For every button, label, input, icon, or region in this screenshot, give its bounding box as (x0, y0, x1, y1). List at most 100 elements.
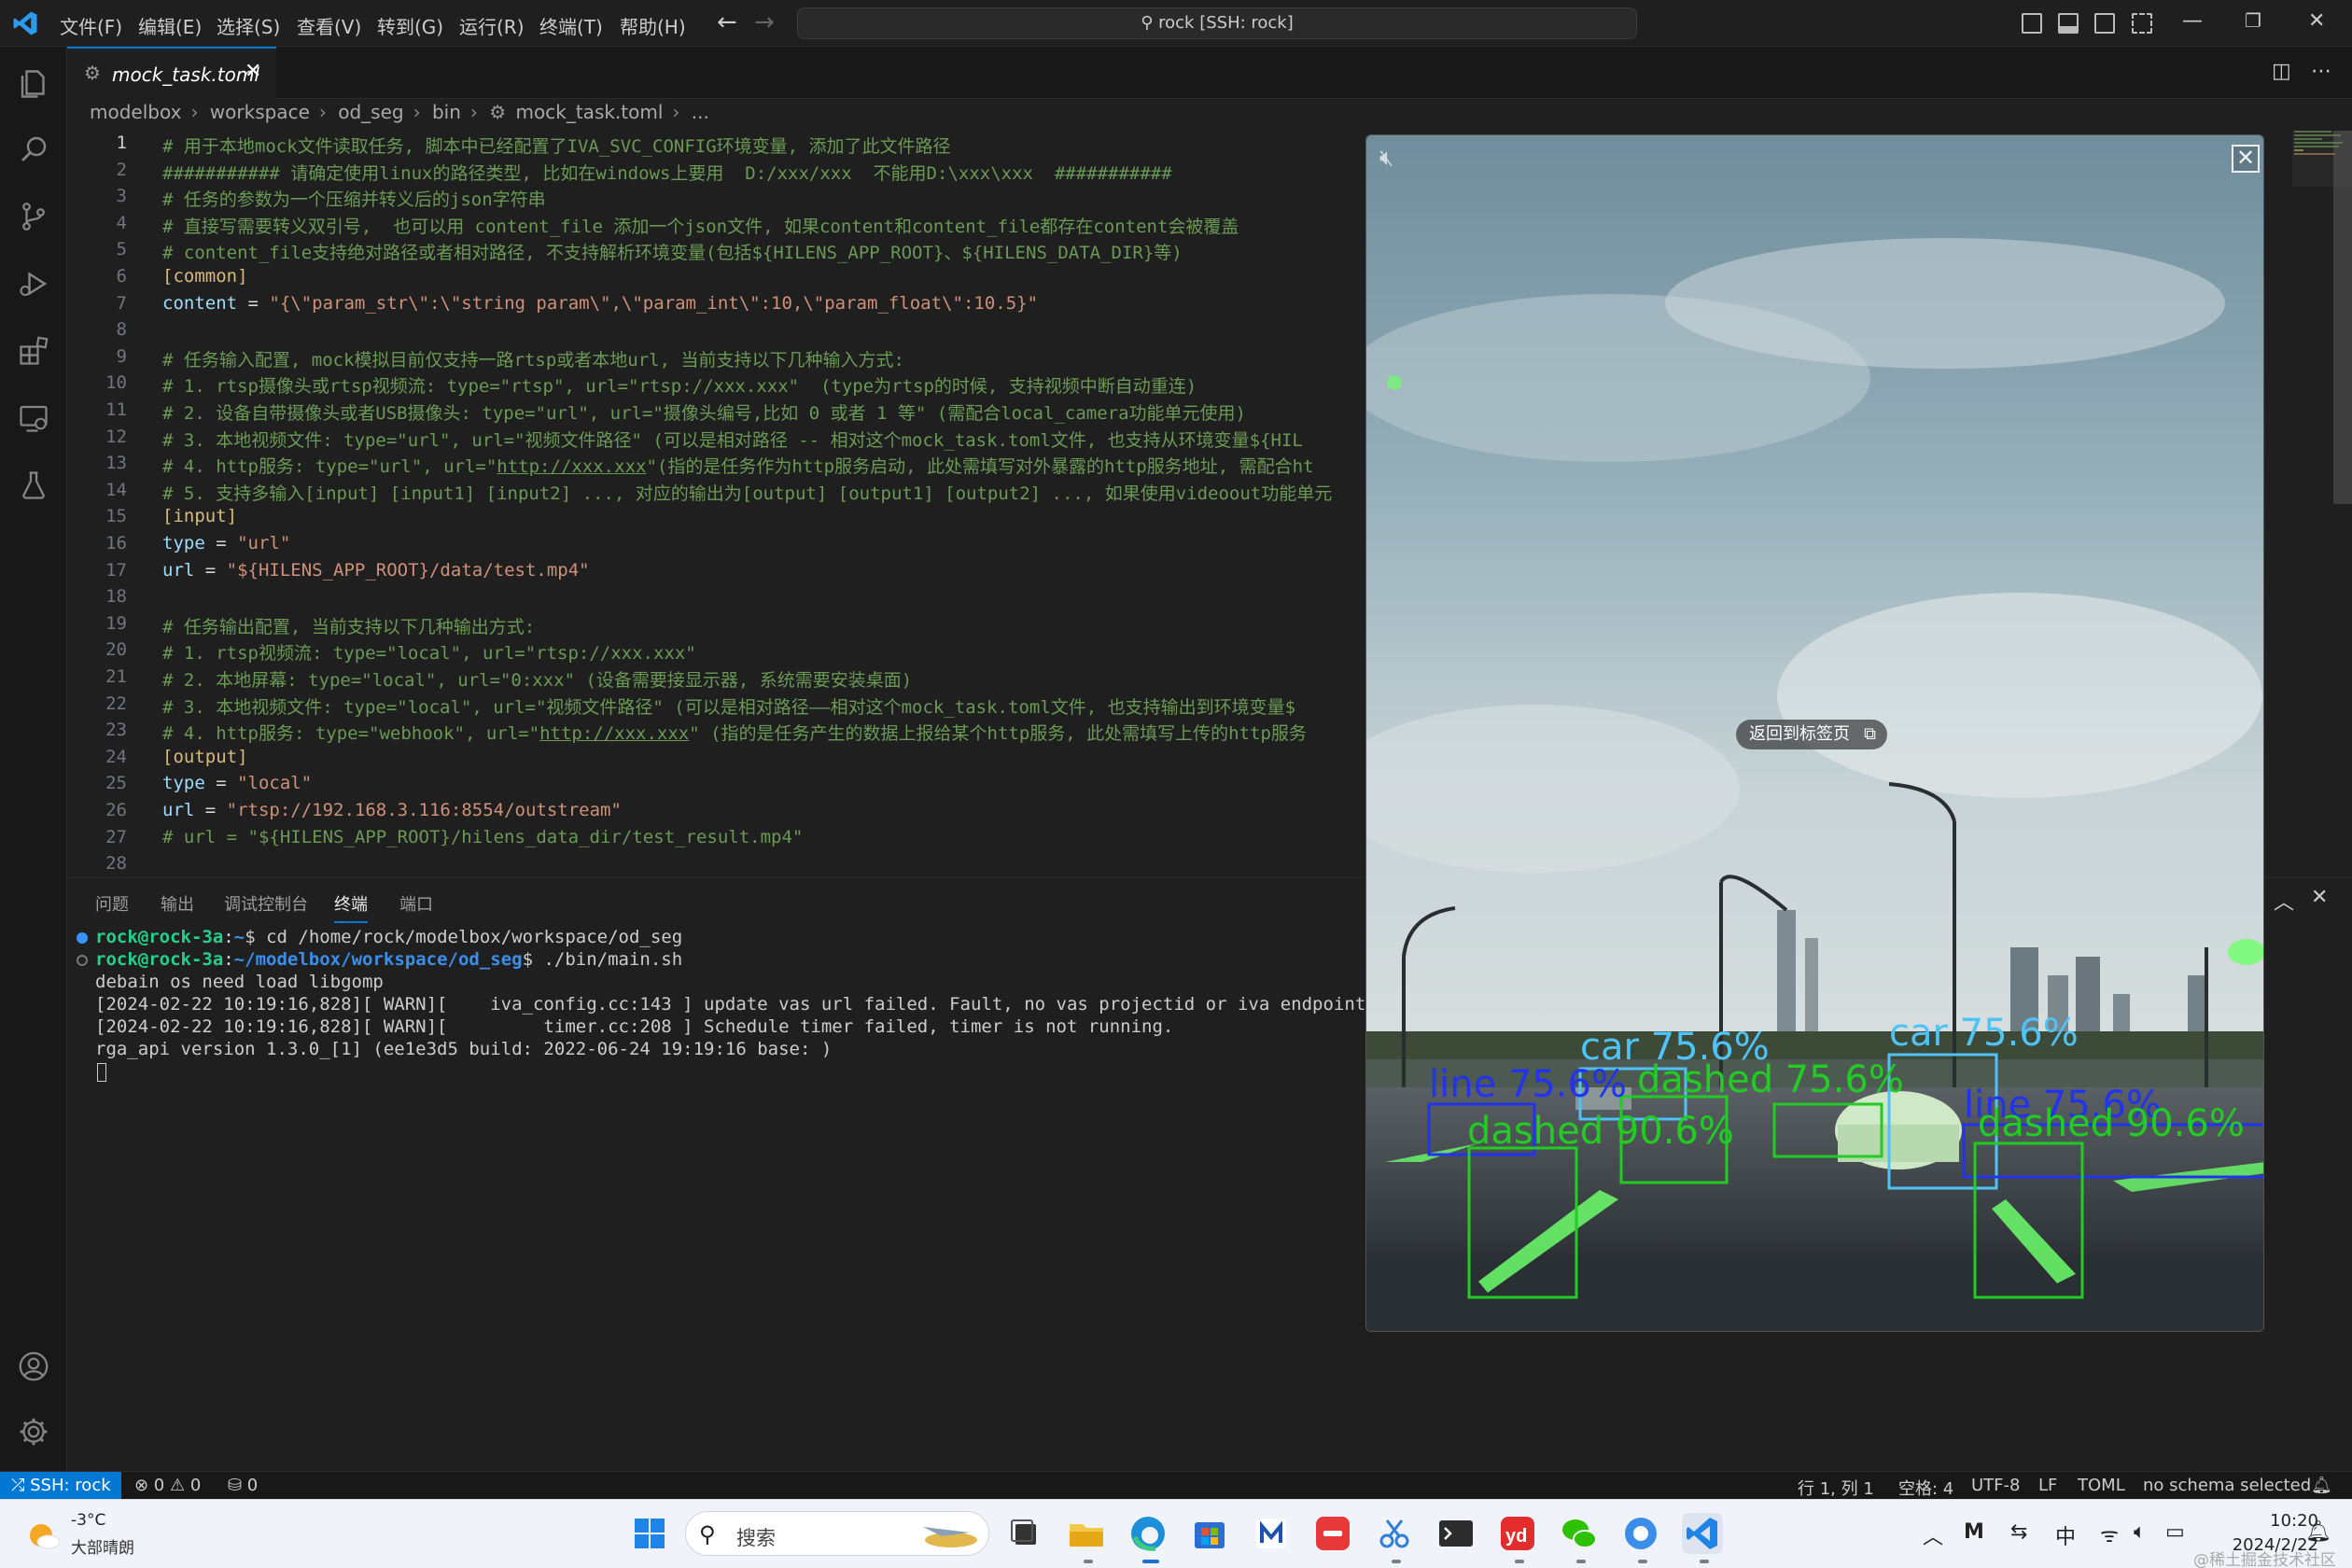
code-token: = (237, 292, 270, 314)
end-of-line[interactable]: LF (2038, 1476, 2057, 1495)
menu-view[interactable]: 查看(V) (297, 12, 361, 39)
menu-go[interactable]: 转到(G) (377, 12, 443, 39)
restore-window-icon[interactable]: ❐ (2245, 9, 2261, 32)
close-video-icon[interactable]: ✕ (2232, 145, 2260, 173)
tab-mock-task-toml[interactable]: ⚙ mock_task.toml ✕ (67, 47, 276, 99)
command-status-dot[interactable] (77, 932, 88, 944)
manage-gear-icon[interactable] (17, 1415, 50, 1449)
encoding[interactable]: UTF-8 (1971, 1476, 2020, 1495)
remote-icon: ⤮ (11, 1476, 31, 1495)
editor-scrollbar[interactable] (2333, 131, 2352, 504)
menu-run[interactable]: 运行(R) (459, 12, 525, 39)
line-number: 19 (105, 612, 127, 634)
explorer-icon[interactable] (17, 67, 50, 101)
microsoft-store-icon[interactable] (1189, 1513, 1230, 1554)
command-status-dot[interactable] (77, 955, 88, 966)
run-debug-icon[interactable] (17, 267, 50, 301)
menu-file[interactable]: 文件(F) (60, 12, 122, 39)
tab-output[interactable]: 输出 (161, 891, 194, 916)
browser-app-icon[interactable] (1620, 1513, 1661, 1554)
minimize-window-icon[interactable]: — (2182, 9, 2203, 33)
vscode-taskbar-icon[interactable] (1682, 1513, 1723, 1554)
toggle-panel-icon[interactable] (2058, 13, 2079, 34)
huawei-app-icon[interactable] (1312, 1513, 1353, 1554)
prompt-path: ~/modelbox/workspace/od_seg (233, 949, 523, 970)
breadcrumb-item[interactable]: modelbox (90, 101, 181, 123)
search-icon: ⚲ (699, 1521, 716, 1547)
account-icon[interactable] (17, 1350, 50, 1383)
menu-help[interactable]: 帮助(H) (620, 12, 686, 39)
toggle-secondary-sidebar-icon[interactable] (2094, 13, 2115, 34)
youdao-dict-icon[interactable]: yd (1497, 1513, 1538, 1554)
line-number: 7 (116, 292, 127, 314)
problems-indicator[interactable]: ⊗ 0 ⚠ 0 (134, 1476, 201, 1495)
breadcrumb-item[interactable]: workspace (210, 101, 310, 123)
close-panel-icon[interactable]: ✕ (2311, 886, 2328, 909)
close-window-icon[interactable]: ✕ (2308, 9, 2325, 33)
remote-explorer-icon[interactable] (17, 401, 50, 435)
edge-browser-icon[interactable] (1127, 1513, 1169, 1554)
search-icon[interactable] (17, 133, 50, 166)
code-line: url = "rtsp://192.168.3.116:8554/outstre… (162, 800, 622, 820)
notification-center-bell-icon[interactable]: 🔔︎ (2305, 1520, 2331, 1544)
toggle-sidebar-icon[interactable] (2022, 13, 2042, 34)
line-number: 27 (105, 826, 127, 847)
menu-terminal[interactable]: 终端(T) (539, 12, 603, 39)
extensions-icon[interactable] (17, 334, 50, 368)
remote-indicator[interactable]: ⤮ SSH: rock (0, 1472, 121, 1500)
menu-selection[interactable]: 选择(S) (217, 12, 280, 39)
tab-terminal[interactable]: 终端 (334, 891, 368, 923)
file-explorer-icon[interactable] (1066, 1513, 1107, 1554)
customize-layout-icon[interactable] (2132, 13, 2152, 34)
command-center-search[interactable]: ⚲ rock [SSH: rock] (797, 7, 1637, 39)
input-method-indicator[interactable]: 中 (2055, 1520, 2076, 1550)
task-view-icon[interactable] (1004, 1513, 1045, 1554)
indentation[interactable]: 空格: 4 (1898, 1476, 1953, 1500)
wifi-icon[interactable]: ᯤ (2100, 1520, 2119, 1548)
code-line: # 直接写需要转义双引号, 也可以用 content_file 添加一个json… (162, 213, 1239, 238)
code-token: = (194, 559, 227, 581)
weather-description[interactable]: 大部晴朗 (71, 1534, 134, 1558)
code-token: url (162, 800, 195, 820)
snipping-tool-icon[interactable] (1374, 1513, 1415, 1554)
more-actions-icon[interactable]: ⋯ (2311, 60, 2331, 83)
code-token: "url" (237, 533, 291, 553)
picture-in-picture-video[interactable]: car 75.6% line 75.6% dashed 90.6% dashed… (1365, 134, 2264, 1332)
title-bar: 文件(F) 编辑(E) 选择(S) 查看(V) 转到(G) 运行(R) 终端(T… (0, 0, 2352, 47)
language-mode[interactable]: TOML (2078, 1476, 2125, 1495)
tray-m-icon[interactable]: M (1964, 1520, 1984, 1544)
close-tab-icon[interactable]: ✕ (245, 60, 261, 83)
testing-icon[interactable] (17, 469, 50, 502)
back-arrow-icon[interactable]: ← (717, 8, 737, 36)
terminal-app-icon[interactable] (1435, 1513, 1477, 1554)
back-to-tab-button[interactable]: 返回到标签页 ⧉ (1736, 720, 1887, 749)
breadcrumb-item[interactable]: od_seg (338, 101, 403, 123)
maximize-panel-icon[interactable]: ︿ (2274, 886, 2294, 916)
breadcrumb-item[interactable]: bin (432, 101, 461, 123)
ports-indicator[interactable]: ⛁ 0 (228, 1476, 258, 1495)
battery-icon[interactable]: ▭ (2165, 1520, 2185, 1544)
activity-bar (0, 47, 67, 1471)
taskbar-search-box[interactable]: ⚲ 搜索 (685, 1511, 989, 1556)
schema-status[interactable]: no schema selected (2143, 1476, 2311, 1495)
split-editor-icon[interactable]: ◫ (2272, 60, 2291, 83)
tray-sync-icon[interactable]: ⇆ (2010, 1520, 2027, 1544)
breadcrumb-item[interactable]: ... (692, 101, 709, 123)
tab-problems[interactable]: 问题 (95, 891, 129, 916)
app-m-icon[interactable] (1251, 1513, 1292, 1554)
source-control-icon[interactable] (17, 200, 50, 233)
windows-start-icon[interactable] (629, 1513, 670, 1554)
cursor-position[interactable]: 行 1, 列 1 (1798, 1476, 1874, 1500)
wechat-icon[interactable] (1559, 1513, 1600, 1554)
forward-arrow-icon[interactable]: → (754, 8, 775, 36)
mute-icon[interactable]: 🔇︎ (1379, 145, 1393, 171)
menu-edit[interactable]: 编辑(E) (138, 12, 202, 39)
breadcrumb-item[interactable]: mock_task.toml (516, 101, 664, 123)
weather-temperature[interactable]: -3°C (71, 1511, 105, 1530)
weather-sun-icon[interactable] (24, 1517, 62, 1554)
show-hidden-icons-chevron-icon[interactable]: ︿ (1923, 1520, 1943, 1550)
notifications-bell-icon[interactable]: 🔔︎ (2311, 1476, 2332, 1495)
tab-ports[interactable]: 端口 (399, 891, 433, 916)
volume-icon[interactable]: 🔈︎ (2134, 1520, 2146, 1544)
tab-debug-console[interactable]: 调试控制台 (224, 891, 308, 916)
